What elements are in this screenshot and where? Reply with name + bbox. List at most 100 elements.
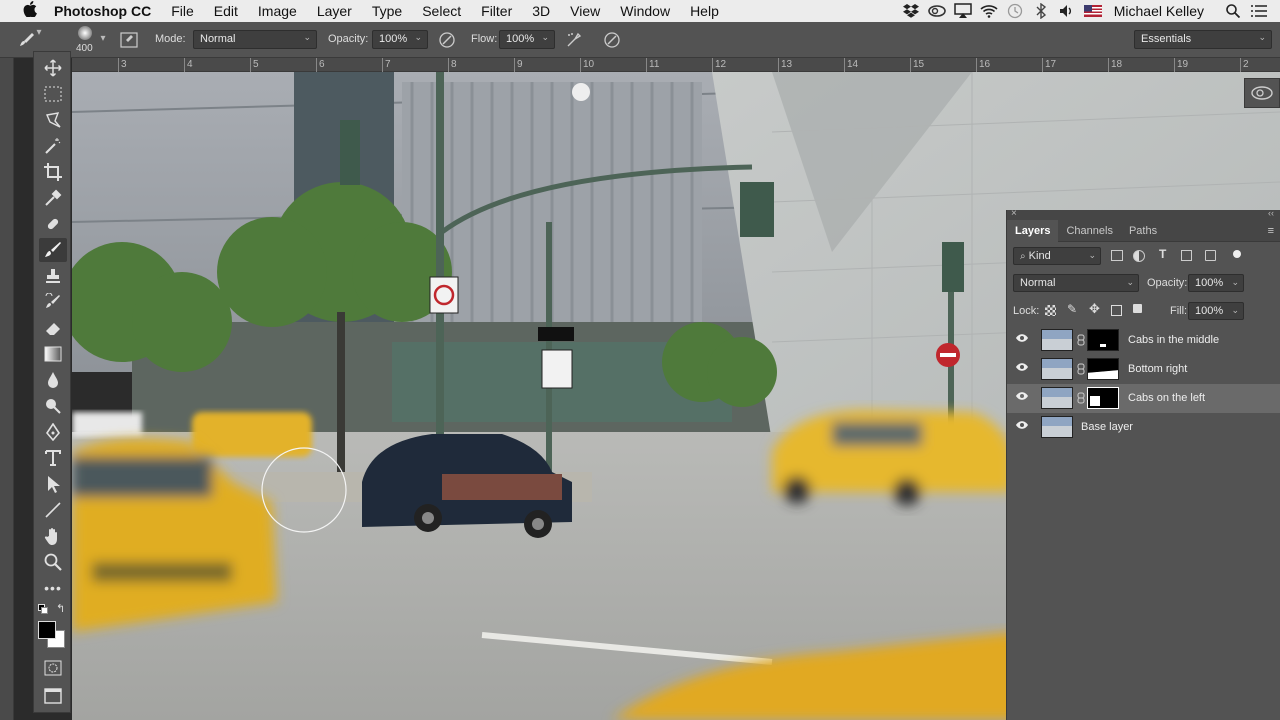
brush-picker-caret-icon[interactable]: ▾: [96, 31, 110, 45]
collapse-panel-icon[interactable]: ‹‹: [1268, 208, 1274, 218]
airbrush-icon[interactable]: [563, 29, 585, 51]
healing-brush-tool-icon[interactable]: [39, 212, 67, 236]
quick-mask-icon[interactable]: [39, 656, 67, 680]
swap-colors-icon[interactable]: ↰: [56, 602, 65, 615]
layer-row[interactable]: Cabs in the middle: [1007, 326, 1280, 355]
more-tools-icon[interactable]: •••: [39, 576, 67, 600]
menu-filter[interactable]: Filter: [481, 3, 512, 19]
libraries-panel-icon[interactable]: [1244, 78, 1280, 108]
mask-link-icon[interactable]: [1077, 392, 1085, 404]
layer-thumbnail[interactable]: [1041, 416, 1073, 438]
opacity-field[interactable]: 100% ⌄: [372, 30, 428, 49]
menu-window[interactable]: Window: [620, 3, 670, 19]
line-tool-icon[interactable]: [39, 498, 67, 522]
workspace-select[interactable]: Essentials ⌄: [1134, 30, 1272, 49]
filter-shape-icon[interactable]: [1181, 250, 1192, 261]
visibility-eye-icon[interactable]: [1015, 420, 1031, 434]
type-tool-icon[interactable]: [39, 446, 67, 470]
lock-transparent-icon[interactable]: [1045, 305, 1056, 316]
panel-header[interactable]: × ‹‹: [1007, 208, 1280, 220]
blur-tool-icon[interactable]: [39, 368, 67, 392]
crop-tool-icon[interactable]: [39, 160, 67, 184]
layer-thumbnail[interactable]: [1041, 329, 1073, 351]
apple-menu-icon[interactable]: [20, 1, 40, 21]
hand-tool-icon[interactable]: [39, 524, 67, 548]
dodge-tool-icon[interactable]: [39, 394, 67, 418]
tab-layers[interactable]: Layers: [1007, 219, 1059, 242]
layer-row[interactable]: Cabs on the left: [1007, 384, 1280, 413]
flow-field[interactable]: 100% ⌄: [499, 30, 555, 49]
time-machine-icon[interactable]: [1004, 0, 1026, 22]
menu-edit[interactable]: Edit: [214, 3, 238, 19]
lock-artboard-icon[interactable]: [1111, 305, 1122, 316]
list-icon[interactable]: [1248, 0, 1270, 22]
layer-name[interactable]: Bottom right: [1128, 363, 1187, 375]
eraser-tool-icon[interactable]: [39, 316, 67, 340]
user-name[interactable]: Michael Kelley: [1114, 3, 1204, 19]
layer-name[interactable]: Cabs in the middle: [1128, 334, 1219, 346]
mode-select[interactable]: Normal ⌄: [193, 30, 317, 49]
flag-icon[interactable]: [1082, 0, 1104, 22]
pen-tool-icon[interactable]: [39, 420, 67, 444]
app-menu[interactable]: Photoshop CC: [54, 3, 151, 19]
layer-row[interactable]: Base layer: [1007, 413, 1280, 442]
layer-opacity-field[interactable]: 100% ⌄: [1188, 274, 1244, 292]
layer-filter-select[interactable]: ⌕ Kind ⌄: [1013, 247, 1101, 265]
gradient-tool-icon[interactable]: [39, 342, 67, 366]
visibility-eye-icon[interactable]: [1015, 333, 1031, 347]
brush-preview[interactable]: [78, 26, 92, 40]
filter-pixel-icon[interactable]: [1111, 250, 1123, 261]
bluetooth-icon[interactable]: [1030, 0, 1052, 22]
layer-name[interactable]: Base layer: [1081, 421, 1133, 433]
clone-stamp-tool-icon[interactable]: [39, 264, 67, 288]
layer-row[interactable]: Bottom right: [1007, 355, 1280, 384]
pressure-size-icon[interactable]: [601, 29, 623, 51]
layer-thumbnail[interactable]: [1041, 387, 1073, 409]
magic-wand-tool-icon[interactable]: [39, 134, 67, 158]
filter-adjustment-icon[interactable]: [1133, 250, 1145, 262]
default-colors-icon[interactable]: [38, 604, 48, 614]
layer-name[interactable]: Cabs on the left: [1128, 392, 1205, 404]
filter-type-icon[interactable]: T: [1159, 247, 1166, 261]
panel-menu-icon[interactable]: ≡: [1268, 225, 1274, 237]
foreground-color-swatch[interactable]: [38, 621, 56, 639]
filter-toggle[interactable]: [1233, 250, 1241, 258]
brush-panel-icon[interactable]: [118, 29, 140, 51]
blend-mode-select[interactable]: Normal ⌄: [1013, 274, 1139, 292]
layer-mask-thumbnail[interactable]: [1087, 358, 1119, 380]
eyedropper-tool-icon[interactable]: [39, 186, 67, 210]
horizontal-ruler[interactable]: 3 4 5 6 7 8 9 10 11 12 13 14 15 16 17 18…: [72, 58, 1280, 72]
menu-file[interactable]: File: [171, 3, 194, 19]
lock-position-icon[interactable]: ✥: [1089, 301, 1100, 317]
fill-field[interactable]: 100% ⌄: [1188, 302, 1244, 320]
screen-mode-icon[interactable]: [39, 684, 67, 708]
close-panel-icon[interactable]: ×: [1011, 208, 1017, 219]
vertical-ruler[interactable]: [0, 58, 14, 720]
volume-icon[interactable]: [1056, 0, 1078, 22]
menu-select[interactable]: Select: [422, 3, 461, 19]
menu-view[interactable]: View: [570, 3, 600, 19]
search-icon[interactable]: [1222, 0, 1244, 22]
pressure-opacity-icon[interactable]: [436, 29, 458, 51]
preset-caret-icon[interactable]: ▾: [32, 25, 46, 39]
brush-tool-icon[interactable]: [39, 238, 67, 262]
visibility-eye-icon[interactable]: [1015, 362, 1031, 376]
wifi-icon[interactable]: [978, 0, 1000, 22]
tab-paths[interactable]: Paths: [1121, 220, 1165, 242]
path-selection-tool-icon[interactable]: [39, 472, 67, 496]
dropbox-icon[interactable]: [900, 0, 922, 22]
lasso-tool-icon[interactable]: [39, 108, 67, 132]
airplay-icon[interactable]: [952, 0, 974, 22]
mask-link-icon[interactable]: [1077, 334, 1085, 346]
menu-layer[interactable]: Layer: [317, 3, 352, 19]
lock-image-icon[interactable]: ✎: [1067, 302, 1077, 316]
mask-link-icon[interactable]: [1077, 363, 1085, 375]
layer-thumbnail[interactable]: [1041, 358, 1073, 380]
lock-all-icon[interactable]: [1133, 304, 1142, 313]
move-tool-icon[interactable]: [39, 56, 67, 80]
history-brush-tool-icon[interactable]: [39, 290, 67, 314]
tab-channels[interactable]: Channels: [1058, 220, 1120, 242]
creative-cloud-icon[interactable]: [926, 0, 948, 22]
layer-mask-thumbnail[interactable]: [1087, 329, 1119, 351]
menu-image[interactable]: Image: [258, 3, 297, 19]
